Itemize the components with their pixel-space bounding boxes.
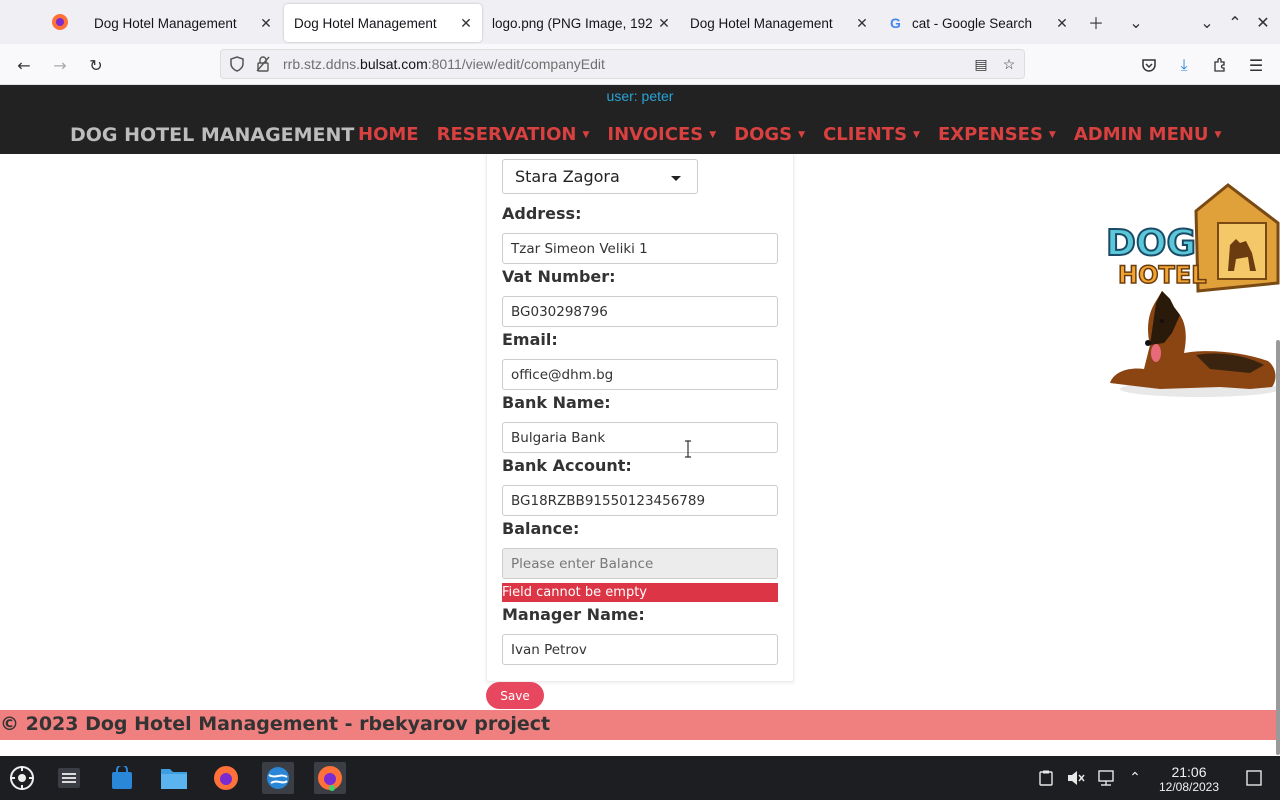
menu-admin[interactable]: ADMIN MENU ▼ [1074,124,1222,145]
tray-expand-icon[interactable]: ⌃ [1125,768,1145,788]
new-tab-icon[interactable]: ＋ [1084,10,1108,34]
discover-store-icon[interactable] [106,762,138,794]
email-field[interactable]: office@dhm.bg [502,359,778,390]
network-icon[interactable] [1096,768,1116,788]
city-select[interactable]: Stara Zagora [502,159,698,194]
vat-number-field[interactable]: BG030298796 [502,296,778,327]
address-field[interactable]: Tzar Simeon Veliki 1 [502,233,778,264]
volume-muted-icon[interactable] [1066,768,1086,788]
text-cursor-icon [685,440,691,458]
firefox-active-icon[interactable] [314,762,346,794]
email-label: Email: [502,330,558,349]
balance-field[interactable]: Please enter Balance [502,548,778,579]
bank-account-label: Bank Account: [502,456,632,475]
dog-hotel-logo: DOG HOTEL [1100,183,1280,403]
save-button[interactable]: Save [486,682,544,709]
menu-invoices[interactable]: INVOICES ▼ [607,124,716,145]
chevron-down-icon: ▼ [1214,130,1222,140]
tab-title: Dog Hotel Management [294,15,437,31]
footer-copyright: © 2023 Dog Hotel Management - rbekyarov … [0,713,551,735]
chevron-down-icon: ▼ [913,130,920,140]
main-menu: HOME RESERVATION ▼ INVOICES ▼ DOGS ▼ CLIENT… [358,124,1239,145]
back-icon[interactable]: ← [11,52,37,78]
current-user: user: peter [606,88,674,104]
chevron-down-icon: ▼ [1048,130,1056,140]
clock-date[interactable]: 12/08/2023 [1150,780,1228,794]
firefox-icon[interactable] [210,762,242,794]
reload-icon[interactable]: ↻ [83,52,109,78]
manager-name-field[interactable]: Ivan Petrov [502,634,778,665]
forward-icon[interactable]: → [47,52,73,78]
site-brand[interactable]: DOG HOTEL MANAGEMENT [70,124,354,146]
system-settings-icon[interactable] [53,762,85,794]
close-icon[interactable]: ✕ [854,15,870,31]
browser-tab[interactable]: Dog Hotel Management ✕ [84,4,282,42]
tab-strip: Dog Hotel Management ✕ Dog Hotel Managem… [0,0,1280,44]
chevron-down-icon: ▼ [582,130,590,140]
show-desktop-icon[interactable] [1244,768,1264,788]
bank-account-field[interactable]: BG18RZBB91550123456789 [502,485,778,516]
firefox-view-icon[interactable] [48,10,72,34]
browser-tab[interactable]: G cat - Google Search ✕ [880,4,1078,42]
close-icon[interactable]: ✕ [258,15,274,31]
bookmark-star-icon[interactable]: ☆ [999,54,1019,74]
close-icon[interactable]: ✕ [1054,15,1070,31]
extensions-icon[interactable] [1207,52,1233,78]
insecure-lock-icon[interactable] [253,54,273,74]
hamburger-menu-icon[interactable]: ☰ [1243,52,1269,78]
menu-home[interactable]: HOME [358,124,419,145]
menu-reservation[interactable]: RESERVATION ▼ [437,124,590,145]
logo-text-hotel: HOTEL [1118,261,1207,289]
close-icon[interactable]: ✕ [656,15,672,31]
tab-title: Dog Hotel Management [690,15,833,31]
taskbar [0,756,1280,800]
balance-error-message: Field cannot be empty [502,583,778,602]
list-tabs-icon[interactable]: ⌄ [1124,10,1148,34]
browser-tab-active[interactable]: Dog Hotel Management ✕ [284,4,482,42]
menu-expenses[interactable]: EXPENSES ▼ [938,124,1056,145]
maximize-icon[interactable]: ⌃ [1223,10,1247,34]
vat-number-label: Vat Number: [502,267,616,286]
close-window-icon[interactable]: ✕ [1251,10,1275,34]
bank-name-label: Bank Name: [502,393,611,412]
shield-icon[interactable] [227,54,247,74]
downloads-icon[interactable]: ⤓ [1171,52,1197,78]
logo-text-dog: DOG [1106,223,1196,264]
browser-app-icon[interactable] [262,762,294,794]
bank-name-field[interactable]: Bulgaria Bank [502,422,778,453]
city-select-value: Stara Zagora [515,167,620,186]
page-scrollbar[interactable] [1276,340,1280,755]
menu-dogs[interactable]: DOGS ▼ [734,124,805,145]
url-text: rrb.stz.ddns.bulsat.com:8011/view/edit/c… [283,56,605,72]
file-manager-icon[interactable] [158,762,190,794]
url-bar[interactable]: rrb.stz.ddns.bulsat.com:8011/view/edit/c… [220,49,1025,79]
chevron-down-icon [671,176,681,181]
tab-title: cat - Google Search [912,15,1033,31]
minimize-icon[interactable]: ⌄ [1195,10,1219,34]
balance-label: Balance: [502,519,580,538]
browser-tab[interactable]: Dog Hotel Management ✕ [680,4,878,42]
browser-tab[interactable]: logo.png (PNG Image, 192 ✕ [482,4,680,42]
app-launcher-icon[interactable] [6,762,38,794]
close-icon[interactable]: ✕ [458,15,474,31]
tab-title: logo.png (PNG Image, 192 [492,15,653,31]
clock-time[interactable]: 21:06 [1150,764,1228,780]
pocket-icon[interactable] [1136,52,1162,78]
chevron-down-icon: ▼ [709,130,717,140]
reader-view-icon[interactable]: ▤ [971,54,991,74]
manager-name-label: Manager Name: [502,605,645,624]
menu-clients[interactable]: CLIENTS ▼ [823,124,920,145]
address-label: Address: [502,204,582,223]
google-icon: G [890,15,901,31]
clipboard-icon[interactable] [1036,768,1056,788]
tab-title: Dog Hotel Management [94,15,237,31]
chevron-down-icon: ▼ [798,130,806,140]
